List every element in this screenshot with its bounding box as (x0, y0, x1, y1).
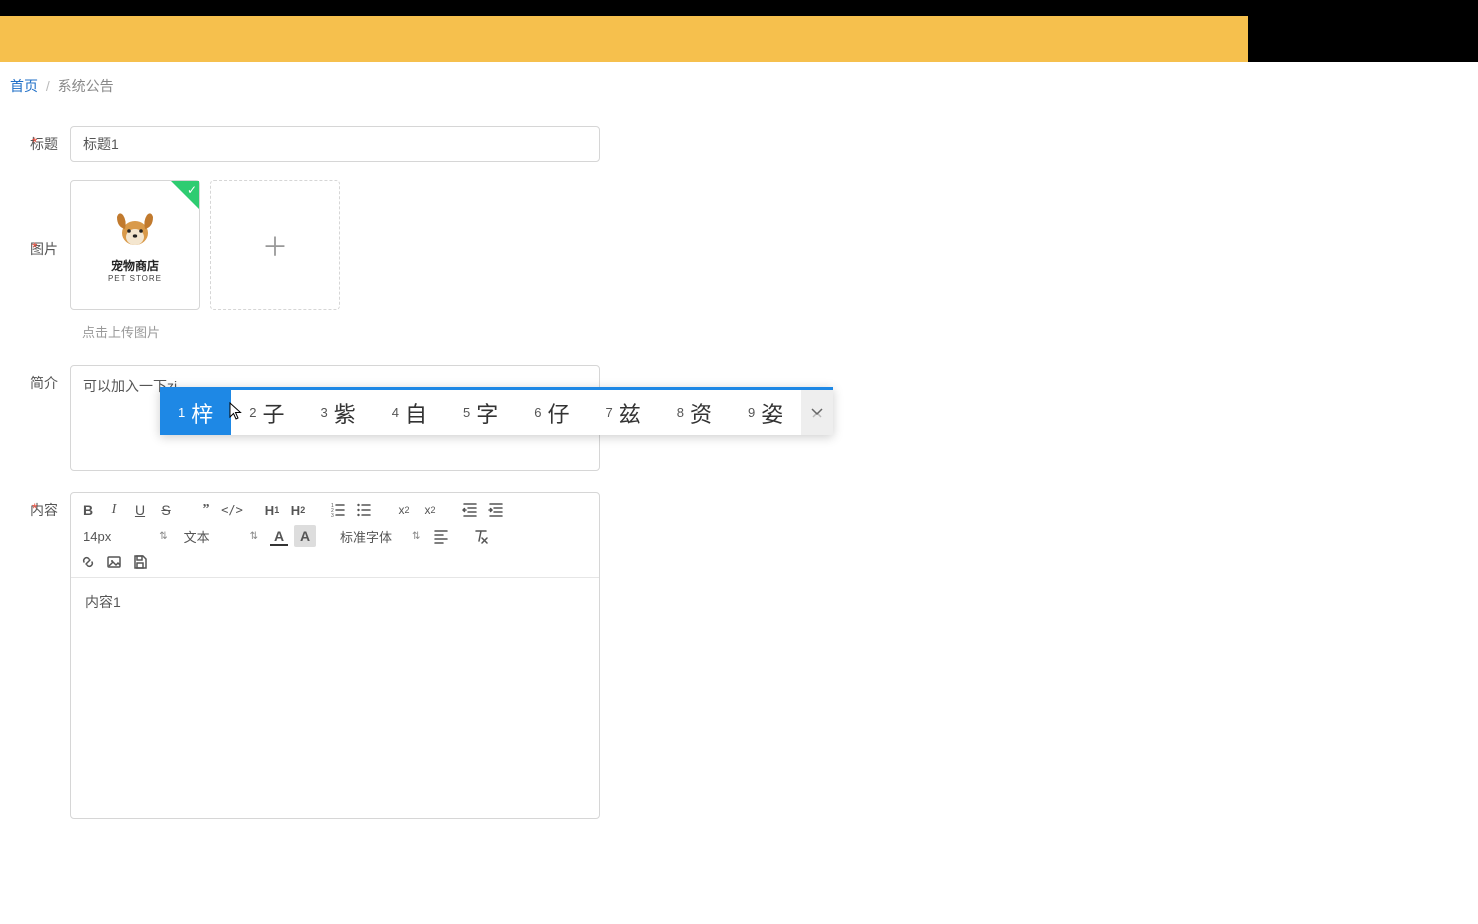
block-type-select[interactable]: 文本 ⇅ (178, 525, 264, 547)
pet-store-title: 宠物商店 (111, 257, 159, 274)
ime-char: 仔 (547, 397, 569, 429)
ime-candidate-bar: 1 梓 2 子 3 紫 4 自 5 字 (160, 387, 833, 435)
form-row-title: 标题 (10, 126, 1468, 162)
ime-num: 1 (178, 405, 185, 420)
font-size-select[interactable]: 14px ⇅ (77, 525, 174, 547)
ime-candidate-7[interactable]: 7 兹 (588, 390, 659, 435)
pet-store-dog-icon (111, 207, 159, 251)
breadcrumb-current: 系统公告 (58, 78, 114, 94)
ime-num: 9 (748, 405, 755, 420)
text-color-button[interactable]: A (268, 525, 290, 547)
caret-updown-icon: ⇅ (250, 531, 258, 542)
heading1-button[interactable]: H1 (261, 499, 283, 521)
svg-text:3: 3 (331, 513, 334, 518)
ime-num: 3 (321, 405, 328, 420)
uploaded-image-card[interactable]: 宠物商店 PET STORE (70, 180, 200, 310)
font-family-value: 标准字体 (340, 527, 392, 546)
breadcrumb: 首页 / 系统公告 (0, 62, 1478, 110)
underline-button[interactable]: U (129, 499, 151, 521)
ime-candidate-5[interactable]: 5 字 (445, 390, 516, 435)
ordered-list-button[interactable]: 123 (327, 499, 349, 521)
ime-candidate-1[interactable]: 1 梓 (160, 390, 231, 435)
ime-num: 6 (534, 405, 541, 420)
ime-candidate-8[interactable]: 8 资 (659, 390, 730, 435)
bold-button[interactable]: B (77, 499, 99, 521)
ime-char: 紫 (334, 397, 356, 429)
ime-candidate-9[interactable]: 9 姿 (730, 390, 801, 435)
strike-button[interactable]: S (155, 499, 177, 521)
indent-button[interactable] (485, 499, 507, 521)
align-button[interactable] (430, 525, 452, 547)
rich-text-editor: B I U S ” </> H1 H2 123 (70, 492, 600, 819)
clear-format-button[interactable] (470, 525, 492, 547)
ime-char: 梓 (191, 397, 213, 429)
editor-content-area[interactable]: 内容1 (71, 578, 599, 818)
label-title: 标题 (10, 126, 70, 154)
ime-char: 自 (405, 397, 427, 429)
superscript-button[interactable]: x2 (419, 499, 441, 521)
ime-num: 7 (606, 405, 613, 420)
ime-candidate-3[interactable]: 3 紫 (303, 390, 374, 435)
font-size-value: 14px (83, 529, 111, 544)
check-icon (171, 181, 199, 209)
italic-button[interactable]: I (103, 499, 125, 521)
title-input[interactable] (70, 126, 600, 162)
font-family-select[interactable]: 标准字体 ⇅ (334, 525, 426, 547)
ime-num: 5 (463, 405, 470, 420)
caret-updown-icon: ⇅ (159, 531, 167, 542)
ime-candidate-4[interactable]: 4 自 (374, 390, 445, 435)
label-content: 内容 (10, 492, 70, 520)
breadcrumb-separator: / (46, 78, 50, 94)
save-button[interactable] (129, 551, 151, 573)
code-button[interactable]: </> (221, 499, 243, 521)
ime-char: 兹 (619, 397, 641, 429)
link-button[interactable] (77, 551, 99, 573)
outdent-button[interactable] (459, 499, 481, 521)
ime-num: 2 (249, 405, 256, 420)
label-image: 图片 (10, 231, 70, 259)
ime-candidate-6[interactable]: 6 仔 (516, 390, 587, 435)
form-area: 标题 图片 宠物商店 PET STORE ＋ (0, 110, 1478, 877)
top-header-bar (0, 16, 1478, 62)
label-brief: 简介 (10, 365, 70, 393)
form-row-content: 内容 B I U S ” </> H1 H2 123 (10, 492, 1468, 819)
ime-char: 资 (690, 397, 712, 429)
block-type-value: 文本 (184, 527, 210, 546)
caret-updown-icon: ⇅ (412, 531, 420, 542)
ime-char: 姿 (761, 397, 783, 429)
ime-candidate-2[interactable]: 2 子 (231, 390, 302, 435)
top-right-black-block (1248, 0, 1478, 62)
image-button[interactable] (103, 551, 125, 573)
background-color-button[interactable]: A (294, 525, 316, 547)
pet-store-subtitle: PET STORE (108, 274, 162, 283)
ime-char: 子 (262, 397, 284, 429)
ime-toggle-icon[interactable] (801, 390, 833, 435)
plus-icon: ＋ (262, 227, 288, 264)
upload-hint-text: 点击上传图片 (82, 322, 1468, 341)
blockquote-button[interactable]: ” (195, 499, 217, 521)
subscript-button[interactable]: x2 (393, 499, 415, 521)
breadcrumb-home-link[interactable]: 首页 (10, 78, 38, 94)
form-row-image: 图片 宠物商店 PET STORE ＋ (10, 180, 1468, 310)
unordered-list-button[interactable] (353, 499, 375, 521)
editor-toolbar: B I U S ” </> H1 H2 123 (71, 493, 599, 578)
form-row-brief: 简介 1 梓 2 子 3 紫 4 自 (10, 365, 1468, 474)
add-image-button[interactable]: ＋ (210, 180, 340, 310)
ime-char: 字 (476, 397, 498, 429)
heading2-button[interactable]: H2 (287, 499, 309, 521)
ime-num: 8 (677, 405, 684, 420)
ime-num: 4 (392, 405, 399, 420)
